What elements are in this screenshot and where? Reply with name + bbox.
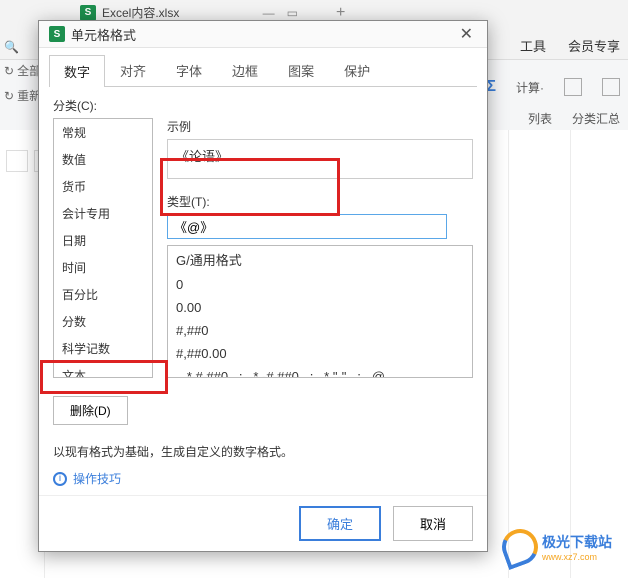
filename-label: Excel内容.xlsx	[102, 4, 179, 21]
cat-scientific[interactable]: 科学记数	[54, 335, 152, 362]
example-label: 示例	[167, 118, 473, 135]
fmt-item[interactable]: #,##0.00	[168, 342, 472, 365]
cell-format-dialog: S 单元格格式 ✕ 数字 对齐 字体 边框 图案 保护 分类(C): 常规 数值…	[38, 20, 488, 552]
window-controls: — ▭	[263, 6, 298, 20]
fmt-item[interactable]: 0	[168, 273, 472, 296]
type-label: 类型(T):	[167, 193, 473, 210]
group-label[interactable]: 分类汇总	[572, 110, 620, 127]
watermark-logo-icon	[497, 524, 543, 570]
subribbon2: 列表 分类汇总	[528, 110, 620, 127]
tab-number[interactable]: 数字	[49, 55, 105, 87]
document-tab[interactable]: S Excel内容.xlsx	[80, 4, 179, 21]
summary-label: 计算·	[516, 79, 544, 96]
watermark-en: www.xz7.com	[542, 552, 612, 562]
redo[interactable]: ↻重新	[4, 87, 41, 104]
cat-percent[interactable]: 百分比	[54, 281, 152, 308]
delete-button[interactable]: 删除(D)	[53, 396, 128, 425]
cat-time[interactable]: 时间	[54, 254, 152, 281]
fmt-item[interactable]: _ * #,##0_ ;_ * -#,##0_ ;_ * "-"_ ;_ @_	[168, 365, 472, 378]
left-toolbar: 🔍 ↻全部 ↻重新	[4, 40, 41, 104]
close-icon[interactable]: ✕	[456, 24, 477, 44]
subribbon: Σ 计算·	[486, 78, 620, 96]
tab-align[interactable]: 对齐	[105, 54, 161, 86]
watermark: 极光下载站 www.xz7.com	[502, 522, 622, 572]
tab-pattern[interactable]: 图案	[273, 54, 329, 86]
maximize-icon[interactable]: ▭	[287, 6, 298, 20]
dialog-titlebar: S 单元格格式 ✕	[39, 21, 487, 48]
app-icon: S	[80, 5, 96, 21]
watermark-cn: 极光下载站	[542, 532, 612, 552]
tab-protect[interactable]: 保护	[329, 54, 385, 86]
cat-text[interactable]: 文本	[54, 362, 152, 378]
fmt-item[interactable]: 0.00	[168, 296, 472, 319]
tip-link[interactable]: 操作技巧	[53, 460, 473, 487]
cat-fraction[interactable]: 分数	[54, 308, 152, 335]
example-value: 《论语》	[167, 139, 473, 179]
ribbon-tools[interactable]: 工具	[520, 36, 546, 55]
minimize-icon[interactable]: —	[263, 6, 275, 20]
group-icon[interactable]	[602, 78, 620, 96]
ok-button[interactable]: 确定	[299, 506, 381, 541]
fmt-item[interactable]: #,##0	[168, 319, 472, 342]
cat-accounting[interactable]: 会计专用	[54, 200, 152, 227]
cat-currency[interactable]: 货币	[54, 173, 152, 200]
tab-border[interactable]: 边框	[217, 54, 273, 86]
tab-font[interactable]: 字体	[161, 54, 217, 86]
category-label: 分类(C):	[53, 97, 473, 114]
dialog-tabs: 数字 对齐 字体 边框 图案 保护	[39, 48, 487, 86]
ribbon-right-group: 工具 会员专享	[520, 36, 620, 55]
ribbon-vip[interactable]: 会员专享	[568, 36, 620, 55]
cat-date[interactable]: 日期	[54, 227, 152, 254]
dialog-content: 分类(C): 常规 数值 货币 会计专用 日期 时间 百分比 分数 科学记数 文…	[39, 87, 487, 495]
cancel-button[interactable]: 取消	[393, 506, 473, 541]
fmt-item[interactable]: G/通用格式	[168, 246, 472, 273]
format-list[interactable]: G/通用格式 0 0.00 #,##0 #,##0.00 _ * #,##0_ …	[167, 245, 473, 378]
tip-icon	[53, 472, 67, 486]
cat-number[interactable]: 数值	[54, 146, 152, 173]
dialog-buttons: 确定 取消	[39, 495, 487, 551]
search-icon[interactable]: 🔍	[4, 40, 41, 54]
tip-label: 操作技巧	[73, 470, 121, 487]
dialog-title: 单元格格式	[71, 25, 136, 44]
refresh-all[interactable]: ↻全部	[4, 62, 41, 79]
hint-text: 以现有格式为基础，生成自定义的数字格式。	[53, 443, 473, 460]
type-input[interactable]	[167, 214, 447, 239]
list-label[interactable]: 列表	[528, 110, 552, 127]
cat-general[interactable]: 常规	[54, 119, 152, 146]
list-icon[interactable]	[564, 78, 582, 96]
category-list[interactable]: 常规 数值 货币 会计专用 日期 时间 百分比 分数 科学记数 文本 特殊 自定…	[53, 118, 153, 378]
dialog-icon: S	[49, 26, 65, 42]
